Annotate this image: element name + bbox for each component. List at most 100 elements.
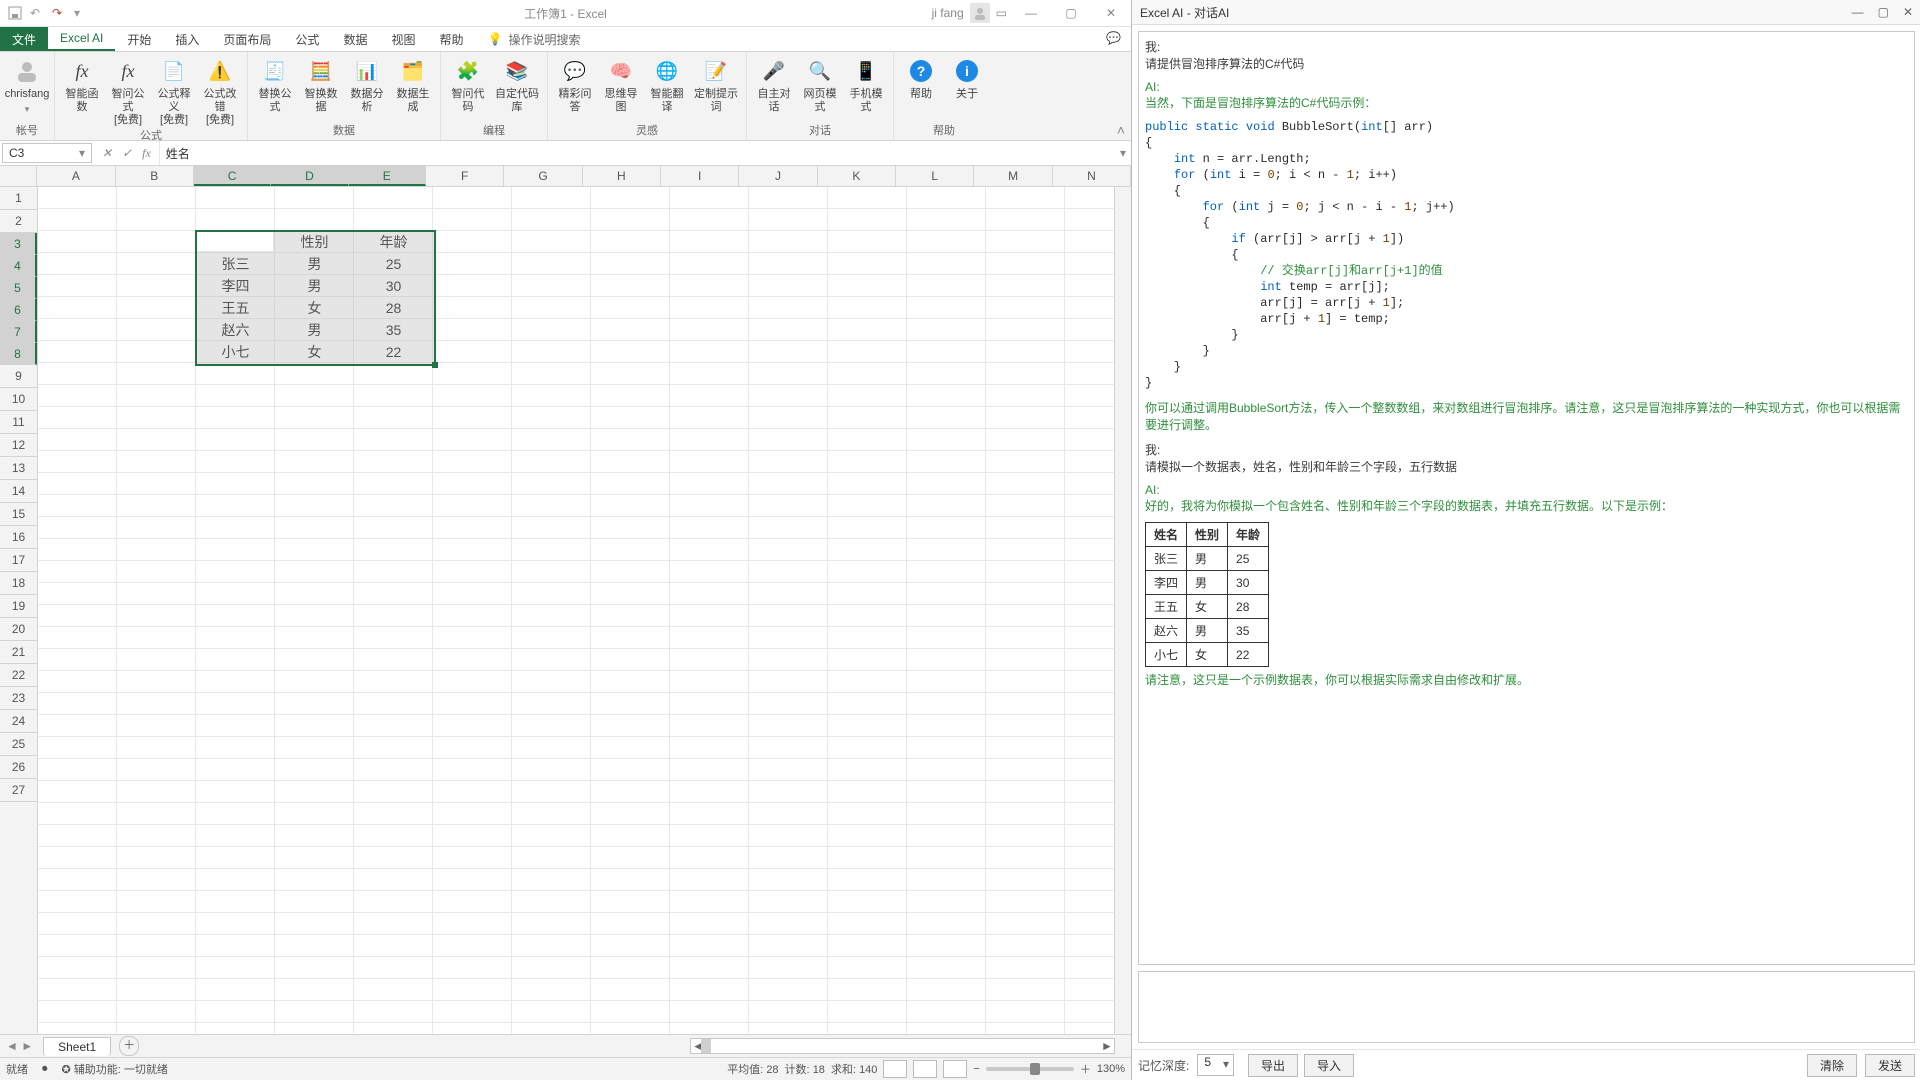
analyze-button[interactable]: 📊数据分析 bbox=[344, 54, 390, 114]
row-header[interactable]: 26 bbox=[0, 756, 37, 779]
fill-handle[interactable] bbox=[432, 362, 438, 368]
row-header[interactable]: 7 bbox=[0, 321, 37, 343]
row-header[interactable]: 16 bbox=[0, 526, 37, 549]
tab-data[interactable]: 数据 bbox=[331, 27, 379, 51]
macro-record-icon[interactable]: ⏺ bbox=[42, 1063, 48, 1076]
column-header[interactable]: C bbox=[194, 166, 271, 186]
ai-minimize-button[interactable]: — bbox=[1852, 5, 1864, 19]
row-header[interactable]: 5 bbox=[0, 277, 37, 299]
close-button[interactable]: ✕ bbox=[1091, 0, 1131, 26]
zoom-in-button[interactable]: ＋ bbox=[1080, 1061, 1091, 1077]
qat-more-icon[interactable]: ▾ bbox=[74, 6, 88, 20]
row-header[interactable]: 23 bbox=[0, 687, 37, 710]
ai-maximize-button[interactable]: ▢ bbox=[1878, 5, 1889, 19]
fx-icon[interactable]: fx bbox=[142, 146, 151, 161]
clear-button[interactable]: 清除 bbox=[1807, 1054, 1857, 1077]
smart-trans-button[interactable]: 🌐智能翻译 bbox=[644, 54, 690, 114]
tab-start[interactable]: 开始 bbox=[115, 27, 163, 51]
page-break-button[interactable] bbox=[943, 1060, 967, 1078]
row-header[interactable]: 3 bbox=[0, 233, 37, 255]
chevron-down-icon[interactable]: ▾ bbox=[79, 146, 85, 160]
normal-view-button[interactable] bbox=[883, 1060, 907, 1078]
row-header[interactable]: 19 bbox=[0, 595, 37, 618]
sheet-tab[interactable]: Sheet1 bbox=[43, 1037, 111, 1056]
tab-formulas[interactable]: 公式 bbox=[283, 27, 331, 51]
row-header[interactable]: 12 bbox=[0, 434, 37, 457]
help-button[interactable]: ?帮助 bbox=[898, 54, 944, 101]
formula-explain-button[interactable]: 📄公式释义 [免费] bbox=[151, 54, 197, 127]
ai-input-textarea[interactable] bbox=[1138, 971, 1915, 1043]
formula-error-button[interactable]: ⚠️公式改错 [免费] bbox=[197, 54, 243, 127]
row-header[interactable]: 21 bbox=[0, 641, 37, 664]
ai-close-button[interactable]: ✕ bbox=[1903, 5, 1913, 19]
formula-input[interactable]: 姓名 bbox=[159, 141, 1115, 165]
column-header[interactable]: L bbox=[896, 166, 974, 186]
web-mode-button[interactable]: 🔍网页模式 bbox=[797, 54, 843, 114]
save-icon[interactable] bbox=[8, 6, 22, 20]
row-header[interactable]: 4 bbox=[0, 255, 37, 277]
send-button[interactable]: 发送 bbox=[1865, 1054, 1915, 1077]
about-button[interactable]: i关于 bbox=[944, 54, 990, 101]
column-header[interactable]: K bbox=[818, 166, 896, 186]
zoom-slider[interactable] bbox=[986, 1067, 1074, 1071]
vertical-scrollbar[interactable] bbox=[1114, 187, 1131, 1034]
collapse-ribbon-icon[interactable]: ˄ bbox=[1117, 122, 1125, 138]
row-header[interactable]: 1 bbox=[0, 187, 37, 210]
row-header[interactable]: 18 bbox=[0, 572, 37, 595]
row-header[interactable]: 24 bbox=[0, 710, 37, 733]
column-header[interactable]: M bbox=[974, 166, 1052, 186]
tab-file[interactable]: 文件 bbox=[0, 27, 48, 51]
undo-icon[interactable]: ↶ bbox=[30, 6, 44, 20]
row-header[interactable]: 10 bbox=[0, 388, 37, 411]
ai-chat-log[interactable]: 我: 请提供冒泡排序算法的C#代码 AI: 当然，下面是冒泡排序算法的C#代码示… bbox=[1138, 31, 1915, 965]
smart-data-button[interactable]: 🧮智换数据 bbox=[298, 54, 344, 114]
column-header[interactable]: D bbox=[271, 166, 348, 186]
column-header[interactable]: H bbox=[583, 166, 661, 186]
column-header[interactable]: A bbox=[37, 166, 115, 186]
zoom-out-button[interactable]: − bbox=[973, 1063, 979, 1075]
sheet-nav[interactable]: ◄ ► bbox=[0, 1039, 39, 1053]
data-gen-button[interactable]: 🗂️数据生成 bbox=[390, 54, 436, 114]
column-header[interactable]: G bbox=[504, 166, 582, 186]
column-header[interactable]: J bbox=[739, 166, 817, 186]
cells-area[interactable]: 姓名性别年龄张三男25李四男30王五女28赵六男35小七女22 bbox=[38, 187, 1114, 1034]
accept-edit-icon[interactable]: ✓ bbox=[122, 146, 132, 161]
row-header[interactable]: 9 bbox=[0, 365, 37, 388]
row-header[interactable]: 14 bbox=[0, 480, 37, 503]
comments-icon[interactable]: 💬 bbox=[1106, 31, 1121, 45]
custom-lib-button[interactable]: 📚自定代码库 bbox=[491, 54, 543, 114]
tab-excel-ai[interactable]: Excel AI bbox=[48, 27, 115, 51]
tab-insert[interactable]: 插入 bbox=[163, 27, 211, 51]
phone-mode-button[interactable]: 📱手机模式 bbox=[843, 54, 889, 114]
depth-select[interactable]: 5 ▾ bbox=[1197, 1054, 1234, 1076]
row-header[interactable]: 8 bbox=[0, 343, 37, 365]
maximize-button[interactable]: ▢ bbox=[1051, 0, 1091, 26]
expand-formula-icon[interactable]: ▾ bbox=[1115, 141, 1131, 165]
account-button[interactable]: chrisfang ▾ bbox=[4, 54, 50, 116]
row-header[interactable]: 11 bbox=[0, 411, 37, 434]
row-header[interactable]: 6 bbox=[0, 299, 37, 321]
ask-formula-button[interactable]: fx智问公式 [免费] bbox=[105, 54, 151, 127]
tab-page-layout[interactable]: 页面布局 bbox=[211, 27, 283, 51]
select-all-corner[interactable] bbox=[0, 166, 37, 186]
row-header[interactable]: 13 bbox=[0, 457, 37, 480]
zoom-level[interactable]: 130% bbox=[1097, 1063, 1125, 1075]
horizontal-scrollbar[interactable]: ◄► bbox=[690, 1038, 1115, 1054]
tab-view[interactable]: 视图 bbox=[379, 27, 427, 51]
ask-code-button[interactable]: 🧩智问代码 bbox=[445, 54, 491, 114]
column-header[interactable]: B bbox=[116, 166, 194, 186]
prompt-words-button[interactable]: 📝定制提示词 bbox=[690, 54, 742, 114]
cancel-edit-icon[interactable]: ✕ bbox=[102, 146, 112, 161]
faq-button[interactable]: 💬精彩问答 bbox=[552, 54, 598, 114]
row-header[interactable]: 15 bbox=[0, 503, 37, 526]
tell-me-search[interactable]: 💡 操作说明搜索 bbox=[487, 27, 580, 51]
import-button[interactable]: 导入 bbox=[1304, 1054, 1354, 1077]
ribbon-display-icon[interactable]: ▭ bbox=[996, 6, 1007, 20]
user-block[interactable]: ji fang ▭ bbox=[932, 3, 1007, 23]
redo-icon[interactable]: ↷ bbox=[52, 6, 66, 20]
row-header[interactable]: 25 bbox=[0, 733, 37, 756]
swap-formula-button[interactable]: 🧾替换公式 bbox=[252, 54, 298, 114]
smart-func-button[interactable]: fx智能函数 bbox=[59, 54, 105, 114]
column-header[interactable]: N bbox=[1053, 166, 1131, 186]
row-header[interactable]: 2 bbox=[0, 210, 37, 233]
